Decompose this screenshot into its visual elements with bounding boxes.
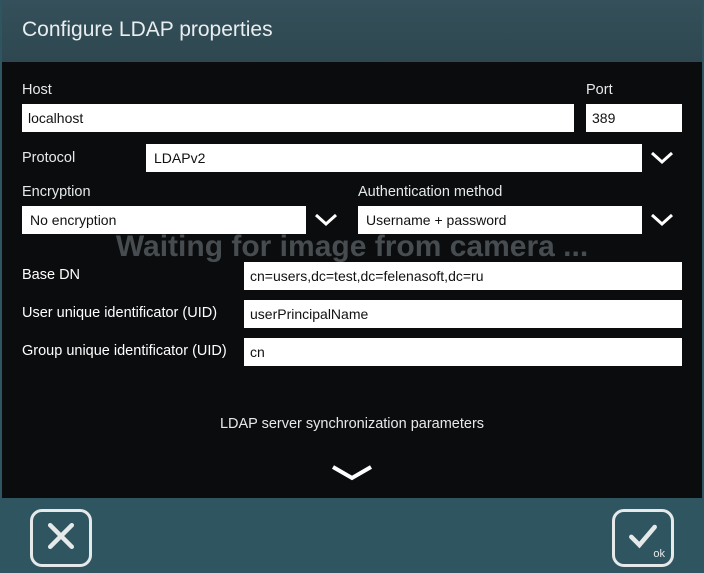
protocol-label: Protocol: [22, 150, 134, 172]
protocol-value: LDAPv2: [146, 144, 642, 172]
dialog-titlebar: Configure LDAP properties: [2, 0, 702, 62]
auth-method-label: Authentication method: [358, 184, 682, 200]
base-dn-input[interactable]: [244, 262, 682, 290]
chevron-down-icon: [642, 206, 682, 234]
ok-button-label: ok: [653, 548, 665, 560]
protocol-select[interactable]: LDAPv2: [146, 144, 682, 172]
host-label: Host: [22, 82, 574, 98]
base-dn-label: Base DN: [22, 267, 234, 284]
host-input[interactable]: [22, 104, 574, 132]
auth-method-value: Username + password: [358, 206, 642, 234]
ok-button[interactable]: ok: [612, 509, 674, 567]
encryption-label: Encryption: [22, 184, 346, 200]
expand-section-button[interactable]: [22, 464, 682, 482]
encryption-value: No encryption: [22, 206, 306, 234]
sync-section-title: LDAP server synchronization parameters: [22, 416, 682, 432]
close-icon: [43, 518, 79, 559]
background-watermark-text: Waiting for image from camera ...: [2, 230, 702, 264]
group-uid-label: Group unique identificator (UID): [22, 343, 234, 360]
user-uid-label: User unique identificator (UID): [22, 305, 234, 322]
port-input[interactable]: [586, 104, 682, 132]
user-uid-input[interactable]: [244, 300, 682, 328]
chevron-down-icon: [306, 206, 346, 234]
group-uid-input[interactable]: [244, 338, 682, 366]
dialog-title: Configure LDAP properties: [22, 18, 682, 42]
cancel-button[interactable]: [30, 509, 92, 567]
port-label: Port: [586, 82, 682, 98]
chevron-down-icon: [642, 144, 682, 172]
encryption-select[interactable]: No encryption: [22, 206, 346, 234]
auth-method-select[interactable]: Username + password: [358, 206, 682, 234]
